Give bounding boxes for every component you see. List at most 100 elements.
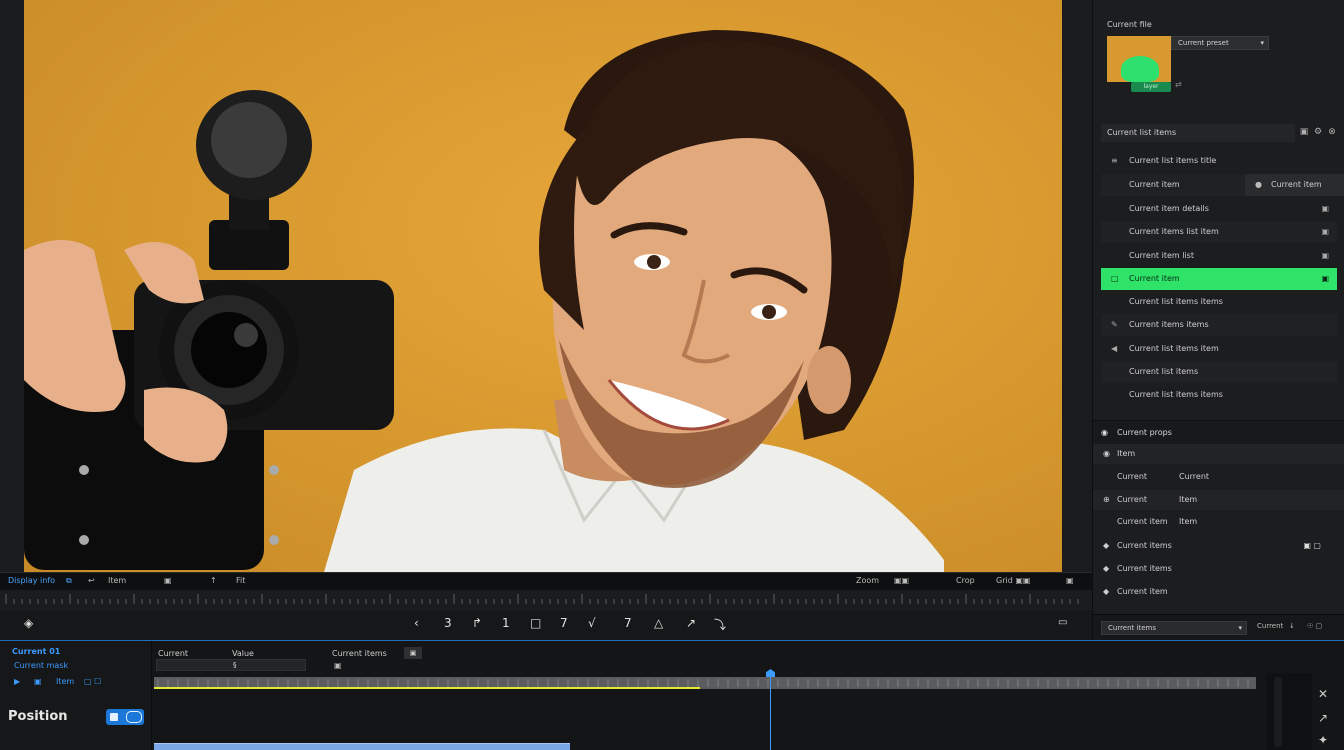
- track-tools[interactable]: ▢ ☐: [84, 677, 101, 686]
- close-icon[interactable]: ⊗: [1327, 127, 1337, 139]
- close-icon[interactable]: ✕: [1318, 687, 1328, 701]
- fullscreen-icon[interactable]: ▭: [1058, 617, 1067, 628]
- display-info-button[interactable]: Display info: [8, 576, 55, 585]
- layer-row[interactable]: Current item ● Current item: [1101, 174, 1344, 196]
- triangle-icon[interactable]: △: [654, 616, 663, 630]
- keyframe-toggle[interactable]: [106, 709, 144, 725]
- transport-button[interactable]: 1: [502, 616, 510, 630]
- property-row[interactable]: ◆ Current item: [1093, 582, 1344, 602]
- layer-row[interactable]: ◀ Current list items item: [1101, 338, 1337, 360]
- playhead[interactable]: [770, 671, 771, 750]
- footer-label[interactable]: Current: [1257, 622, 1283, 630]
- transport-button[interactable]: ↱: [472, 616, 482, 630]
- item-button[interactable]: Item: [108, 576, 126, 585]
- speaker-icon: ◀: [1111, 344, 1118, 353]
- grid-button[interactable]: Grid ▣▣: [996, 576, 1030, 585]
- panel-title: Current file: [1107, 20, 1152, 29]
- property-row[interactable]: ⊕ Current Item: [1093, 490, 1344, 510]
- property-title: Position: [8, 709, 68, 724]
- property-value[interactable]: Current: [1179, 467, 1209, 487]
- layer-row[interactable]: Current item list ▣: [1101, 245, 1337, 267]
- arrow-down-icon[interactable]: ↓: [1289, 622, 1295, 630]
- item-label[interactable]: Item: [56, 677, 74, 686]
- header-button[interactable]: ▣: [404, 647, 422, 659]
- settings-icon[interactable]: ▣: [1066, 576, 1074, 585]
- gear-icon[interactable]: ⚙: [1313, 127, 1323, 139]
- sub-header-icon[interactable]: ▣: [334, 661, 342, 670]
- loop-icon[interactable]: ⤵: [714, 616, 726, 633]
- arrow-icon[interactable]: ↗: [686, 616, 696, 630]
- property-row[interactable]: Current item Item: [1093, 512, 1344, 532]
- layer-row[interactable]: ≡ Current list items title: [1101, 150, 1337, 172]
- layer-row-selected[interactable]: □ Current item ▣: [1101, 268, 1337, 290]
- frame-icon[interactable]: ▣: [164, 576, 172, 585]
- copy-icon[interactable]: ⧉: [66, 576, 72, 586]
- transport-button[interactable]: 7: [560, 616, 568, 630]
- thumbnail-tag: layer: [1131, 82, 1171, 92]
- layer-row[interactable]: Current list items: [1101, 361, 1337, 383]
- time-ruler[interactable]: [0, 590, 1092, 610]
- visibility-icon[interactable]: ▣: [1321, 198, 1329, 220]
- transport-button[interactable]: 7: [624, 616, 632, 630]
- checkbox-icon[interactable]: □: [1111, 268, 1119, 290]
- snap-icon[interactable]: ◈: [24, 616, 33, 630]
- layer-thumbnail[interactable]: [1107, 36, 1171, 82]
- transport-button[interactable]: 3: [444, 616, 452, 630]
- property-actions[interactable]: ▣ ▢: [1303, 536, 1321, 556]
- property-value[interactable]: Item: [1179, 490, 1197, 510]
- arrow-up-icon[interactable]: ↑: [210, 576, 217, 585]
- timeline-scrollbar[interactable]: [1266, 673, 1312, 750]
- stop-button[interactable]: □: [530, 616, 541, 630]
- layer-tag[interactable]: ● Current item: [1245, 174, 1344, 196]
- timeline-clip[interactable]: [154, 743, 570, 750]
- layer-label: Current item: [1129, 274, 1180, 283]
- star-icon[interactable]: ✦: [1318, 733, 1328, 747]
- keyframe-icon: ◆: [1103, 587, 1110, 596]
- value-field[interactable]: §: [156, 659, 306, 671]
- panel-footer: Current items ▾ Current ↓ ☉ ▢: [1093, 614, 1344, 640]
- viewer-panel: [0, 0, 1092, 572]
- layer-row[interactable]: Current item details ▣: [1101, 198, 1337, 220]
- keyframe-icon: ◆: [1103, 564, 1110, 573]
- layers-icon[interactable]: ▣: [1299, 127, 1309, 139]
- layer-row[interactable]: Current list items items: [1101, 291, 1337, 313]
- properties-header[interactable]: ◉ Current props: [1093, 420, 1344, 444]
- layer-tag-label: Current item: [1271, 180, 1322, 189]
- play-icon[interactable]: ▶: [14, 677, 20, 686]
- visibility-icon[interactable]: ▣: [1321, 268, 1329, 290]
- property-value[interactable]: Item: [1179, 512, 1197, 532]
- expand-icon[interactable]: ↗: [1318, 711, 1328, 725]
- prev-frame-button[interactable]: ‹: [414, 616, 419, 630]
- undo-icon[interactable]: ↩: [88, 576, 95, 585]
- fit-button[interactable]: Fit: [236, 576, 245, 585]
- property-row[interactable]: ◉ Item: [1093, 444, 1344, 464]
- link-icon[interactable]: ⇄: [1175, 80, 1182, 89]
- layer-label: Current item details: [1129, 204, 1209, 213]
- footer-tools[interactable]: ☉ ▢: [1307, 622, 1322, 630]
- property-row[interactable]: ◆ Current items ▣ ▢: [1093, 536, 1344, 556]
- layer-label: Current list items items: [1129, 297, 1223, 306]
- layer-row[interactable]: Current list items items: [1101, 384, 1337, 406]
- zoom-button[interactable]: Zoom: [856, 576, 879, 585]
- property-row[interactable]: ◆ Current items: [1093, 559, 1344, 579]
- playhead-handle[interactable]: [766, 669, 775, 677]
- footer-dropdown-value: Current items: [1108, 624, 1156, 632]
- mask-icon[interactable]: ▣: [34, 677, 42, 686]
- preview-canvas[interactable]: [24, 0, 1062, 572]
- transport-button[interactable]: √: [588, 616, 596, 630]
- visibility-icon[interactable]: ▣: [1321, 221, 1329, 243]
- layer-row[interactable]: ✎ Current items items: [1101, 314, 1337, 336]
- work-area-bar[interactable]: [154, 687, 700, 689]
- layer-search-input[interactable]: Current list items: [1101, 124, 1295, 142]
- track-name[interactable]: Current 01: [12, 647, 60, 656]
- visibility-icon[interactable]: ▣: [1321, 245, 1329, 267]
- channels-icon[interactable]: ▣▣: [894, 576, 909, 585]
- layer-label: Current list items item: [1129, 344, 1219, 353]
- footer-dropdown[interactable]: Current items ▾: [1101, 621, 1247, 635]
- property-key: Current: [1117, 472, 1148, 481]
- track-subtitle[interactable]: Current mask: [14, 661, 68, 670]
- preset-dropdown[interactable]: Current preset ▾: [1171, 36, 1269, 50]
- layer-row[interactable]: Current items list item ▣: [1101, 221, 1337, 243]
- property-row[interactable]: Current Current: [1093, 467, 1344, 487]
- crop-button[interactable]: Crop: [956, 576, 975, 585]
